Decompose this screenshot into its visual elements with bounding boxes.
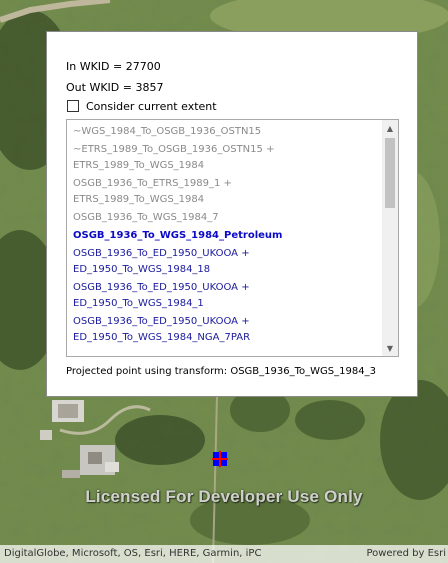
consider-extent-row[interactable]: Consider current extent — [67, 99, 217, 113]
projected-point-label: Projected point using transform: OSGB_19… — [66, 366, 376, 377]
chevron-down-icon[interactable]: ▼ — [382, 340, 398, 356]
list-item-selected[interactable]: OSGB_1936_To_WGS_1984_Petroleum — [73, 228, 383, 244]
list-scrollbar[interactable]: ▲ ▼ — [382, 120, 398, 356]
out-wkid-label: Out WKID = 3857 — [66, 81, 164, 94]
list-item[interactable]: OSGB_1936_To_ED_1950_UKOOA + ED_1950_To_… — [73, 280, 383, 312]
list-item[interactable]: OSGB_1936_To_ETRS_1989_1 + ETRS_1989_To_… — [73, 176, 383, 208]
in-wkid-label: In WKID = 27700 — [66, 60, 161, 73]
scrollbar-thumb[interactable] — [385, 138, 395, 208]
list-item[interactable]: OSGB_1936_To_WGS_1984_7 — [73, 210, 383, 226]
list-item[interactable]: OSGB_1936_To_ED_1950_UKOOA + ED_1950_To_… — [73, 314, 383, 346]
consider-extent-checkbox[interactable] — [67, 100, 79, 112]
list-item[interactable]: ~ETRS_1989_To_OSGB_1936_OSTN15 + ETRS_19… — [73, 142, 383, 174]
transformations-list[interactable]: ~WGS_1984_To_OSGB_1936_OSTN15 ~ETRS_1989_… — [66, 119, 399, 357]
list-item[interactable]: OSGB_1936_To_ED_1950_UKOOA + ED_1950_To_… — [73, 246, 383, 278]
powered-by-esri[interactable]: Powered by Esri — [366, 548, 446, 559]
license-watermark: Licensed For Developer Use Only — [85, 487, 363, 506]
consider-extent-label: Consider current extent — [86, 99, 217, 113]
attribution-text[interactable]: DigitalGlobe, Microsoft, OS, Esri, HERE,… — [4, 548, 261, 559]
map-view[interactable]: In WKID = 27700 Out WKID = 3857 Consider… — [0, 0, 448, 563]
attribution-bar: DigitalGlobe, Microsoft, OS, Esri, HERE,… — [0, 545, 448, 563]
chevron-up-icon[interactable]: ▲ — [382, 120, 398, 136]
list-item[interactable]: ~WGS_1984_To_OSGB_1936_OSTN15 — [73, 124, 383, 140]
projected-point-marker — [212, 451, 228, 467]
transformation-panel: In WKID = 27700 Out WKID = 3857 Consider… — [46, 31, 418, 397]
